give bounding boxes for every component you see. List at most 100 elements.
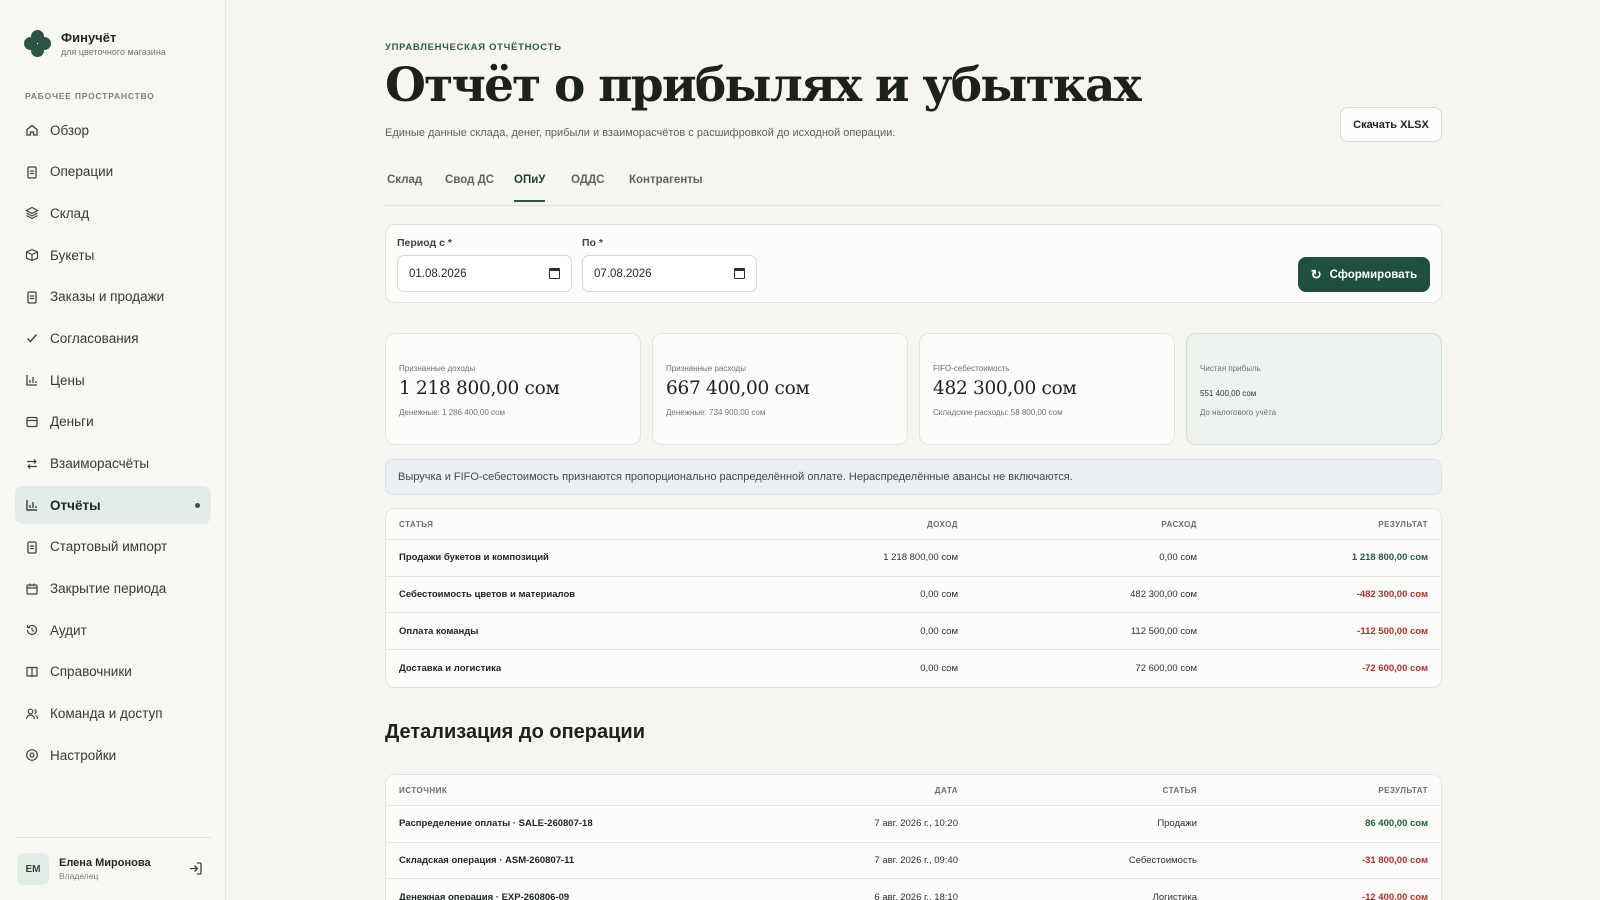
user-role: Владелец (59, 871, 99, 881)
row-expense: 0,00 сом (1159, 552, 1197, 564)
row-source[interactable]: Денежная операция · EXP-260806-09 (399, 879, 569, 900)
row-item: Себестоимость цветов и материалов (399, 589, 576, 601)
info-banner: Выручка и FIFO-себестоимость признаются … (385, 459, 1442, 495)
download-xlsx-button[interactable]: Скачать XLSX (1340, 107, 1442, 142)
period-from-value: 01.08.2026 (409, 267, 467, 280)
sidebar-item-label: Склад (50, 205, 90, 221)
sidebar-item-approvals[interactable]: Согласования (15, 319, 211, 357)
table-row[interactable]: Денежная операция · EXP-260806-09 6 авг.… (386, 879, 1441, 900)
calendar-icon (25, 582, 39, 596)
user-name: Елена Миронова (59, 857, 151, 869)
sidebar-item-initial-import[interactable]: Стартовый импорт (15, 528, 211, 566)
sidebar-item-reports[interactable]: Отчёты (15, 486, 211, 525)
sidebar-item-label: Деньги (50, 414, 94, 430)
table-row[interactable]: Распределение оплаты · SALE-260807-18 7 … (386, 806, 1441, 843)
tab-pnl[interactable]: ОПиУ (514, 174, 546, 202)
row-source[interactable]: Распределение оплаты · SALE-260807-18 (399, 806, 593, 842)
table-row[interactable]: Оплата команды 0,00 сом 112 500,00 сом -… (386, 613, 1441, 651)
active-indicator-dot (195, 503, 200, 509)
history-icon (25, 623, 39, 637)
sidebar-item-label: Справочники (50, 664, 132, 680)
sidebar-item-money[interactable]: Деньги (15, 403, 211, 441)
row-date: 7 авг. 2026 г., 10:20 (874, 818, 958, 830)
calendar-icon[interactable] (549, 268, 560, 279)
row-item: Оплата команды (399, 625, 479, 637)
period-to-input[interactable]: 07.08.2026 (582, 255, 757, 292)
tab-warehouse[interactable]: Склад (387, 174, 422, 200)
table-row[interactable]: Себестоимость цветов и материалов 0,00 с… (386, 577, 1441, 614)
sidebar-item-audit[interactable]: Аудит (15, 611, 211, 649)
period-from-input[interactable]: 01.08.2026 (397, 255, 572, 292)
sidebar-item-overview[interactable]: Обзор (15, 111, 211, 149)
kpi-label: Чистая прибыль (1200, 364, 1261, 373)
sidebar-item-prices[interactable]: Цены (15, 361, 211, 399)
home-icon (25, 123, 39, 137)
tab-counterparties[interactable]: Контрагенты (629, 174, 703, 200)
sidebar-item-label: Заказы и продажи (50, 289, 165, 305)
column-header-item[interactable]: СТАТЬЯ (399, 509, 433, 539)
period-to-field: По * 07.08.2026 (582, 237, 757, 292)
row-result: 86 400,00 сом (1365, 818, 1428, 830)
tab-cash-summary[interactable]: Свод ДС (445, 174, 494, 200)
period-from-field: Период с * 01.08.2026 (397, 237, 572, 292)
column-header-expense[interactable]: РАСХОД (1161, 509, 1197, 539)
logout-icon[interactable] (188, 861, 203, 881)
box-icon (25, 248, 39, 262)
sidebar-item-orders[interactable]: Заказы и продажи (15, 278, 211, 316)
kpi-value: 1 218 800,00 сом (399, 378, 560, 399)
row-source[interactable]: Складская операция · ASM-260807-11 (399, 843, 574, 879)
sidebar-item-team-access[interactable]: Команда и доступ (15, 695, 211, 733)
sidebar-item-label: Обзор (50, 122, 89, 138)
workspace-section-label: РАБОЧЕЕ ПРОСТРАНСТВО (25, 91, 155, 101)
kpi-note: Складские расходы: 58 800,00 сом (933, 408, 1063, 417)
sidebar-item-label: Взаиморасчёты (50, 456, 150, 471)
kpi-label: Признанные расходы (666, 364, 746, 373)
brand[interactable]: Финучёт для цветочного магазина (24, 30, 166, 58)
period-from-label: Период с * (397, 237, 452, 249)
sidebar-item-label: Операции (50, 164, 114, 180)
wallet-icon (25, 415, 39, 429)
table-row[interactable]: Доставка и логистика 0,00 сом 72 600,00 … (386, 650, 1441, 687)
detail-table: ИСТОЧНИК ДАТА СТАТЬЯ РЕЗУЛЬТАТ Распредел… (385, 774, 1442, 900)
sidebar-item-operations[interactable]: Операции (15, 153, 211, 191)
sidebar-item-warehouse[interactable]: Склад (15, 194, 211, 232)
column-header-source[interactable]: ИСТОЧНИК (399, 775, 447, 805)
row-item: Себестоимость (1128, 855, 1197, 867)
tab-cash-flow[interactable]: ОДДС (571, 174, 604, 200)
sidebar-item-directories[interactable]: Справочники (15, 653, 211, 691)
period-filter-panel: Период с * 01.08.2026 По * 07.08.2026 ↻ … (385, 224, 1442, 303)
column-header-date[interactable]: ДАТА (935, 775, 958, 805)
row-date: 7 авг. 2026 г., 09:40 (874, 855, 958, 867)
gear-icon (25, 748, 39, 762)
sidebar-item-period-close[interactable]: Закрытие периода (15, 570, 211, 608)
column-header-item[interactable]: СТАТЬЯ (1163, 775, 1197, 805)
sidebar-item-bouquets[interactable]: Букеты (15, 236, 211, 274)
sidebar-item-label: Настройки (50, 747, 117, 763)
sidebar-item-label: Отчёты (50, 497, 101, 513)
generate-report-button[interactable]: ↻ Сформировать (1298, 257, 1430, 292)
column-header-result[interactable]: РЕЗУЛЬТАТ (1378, 775, 1428, 805)
kpi-value: 551 400,00 сом (1200, 389, 1257, 398)
row-result: -112 500,00 сом (1357, 625, 1428, 637)
sidebar-item-settings[interactable]: Настройки (15, 736, 211, 774)
table-row[interactable]: Складская операция · ASM-260807-11 7 авг… (386, 843, 1441, 880)
row-income: 0,00 сом (920, 662, 958, 674)
sidebar-item-label: Стартовый импорт (50, 539, 168, 555)
sidebar-nav: Обзор Операции Склад Букеты Заказы и про… (15, 111, 211, 778)
row-income: 0,00 сом (920, 589, 958, 601)
user-profile[interactable]: ЕМ Елена Миронова Владелец (17, 853, 203, 885)
column-header-income[interactable]: ДОХОД (927, 509, 958, 539)
arrows-icon (25, 457, 39, 471)
table-row[interactable]: Продажи букетов и композиций 1 218 800,0… (386, 540, 1441, 577)
clipboard-icon (25, 540, 39, 554)
row-expense: 482 300,00 сом (1130, 589, 1197, 601)
clipboard-icon (25, 290, 39, 304)
clipboard-icon (25, 165, 39, 179)
kpi-note: Денежные: 734 900,00 сом (666, 408, 766, 417)
column-header-result[interactable]: РЕЗУЛЬТАТ (1378, 509, 1428, 539)
calendar-icon[interactable] (734, 268, 745, 279)
sidebar: Финучёт для цветочного магазина РАБОЧЕЕ … (0, 0, 226, 900)
sidebar-divider (15, 837, 211, 838)
detail-section-title: Детализация до операции (385, 721, 645, 743)
sidebar-item-settlements[interactable]: Взаиморасчёты (15, 445, 211, 483)
